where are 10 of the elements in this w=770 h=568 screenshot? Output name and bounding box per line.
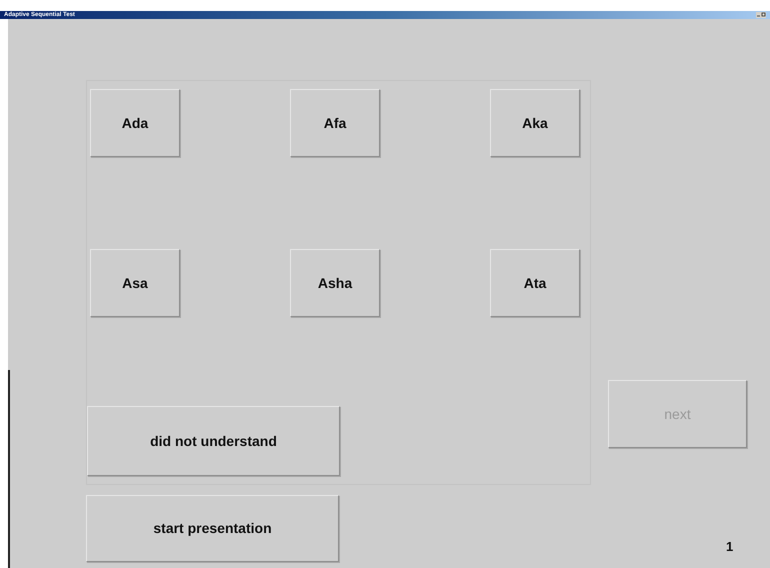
trial-counter: 1 <box>726 538 734 556</box>
choice-button[interactable]: Ada <box>90 89 180 157</box>
choice-button[interactable]: Afa <box>290 89 380 157</box>
choice-button[interactable]: Asha <box>290 249 380 317</box>
start-presentation-button[interactable]: start presentation <box>86 495 339 562</box>
choice-button[interactable]: Asa <box>90 249 180 317</box>
choice-button[interactable]: Ata <box>490 249 580 317</box>
window-controls-icon[interactable] <box>756 12 766 18</box>
choice-button[interactable]: Aka <box>490 89 580 157</box>
did-not-understand-button[interactable]: did not understand <box>87 406 340 476</box>
